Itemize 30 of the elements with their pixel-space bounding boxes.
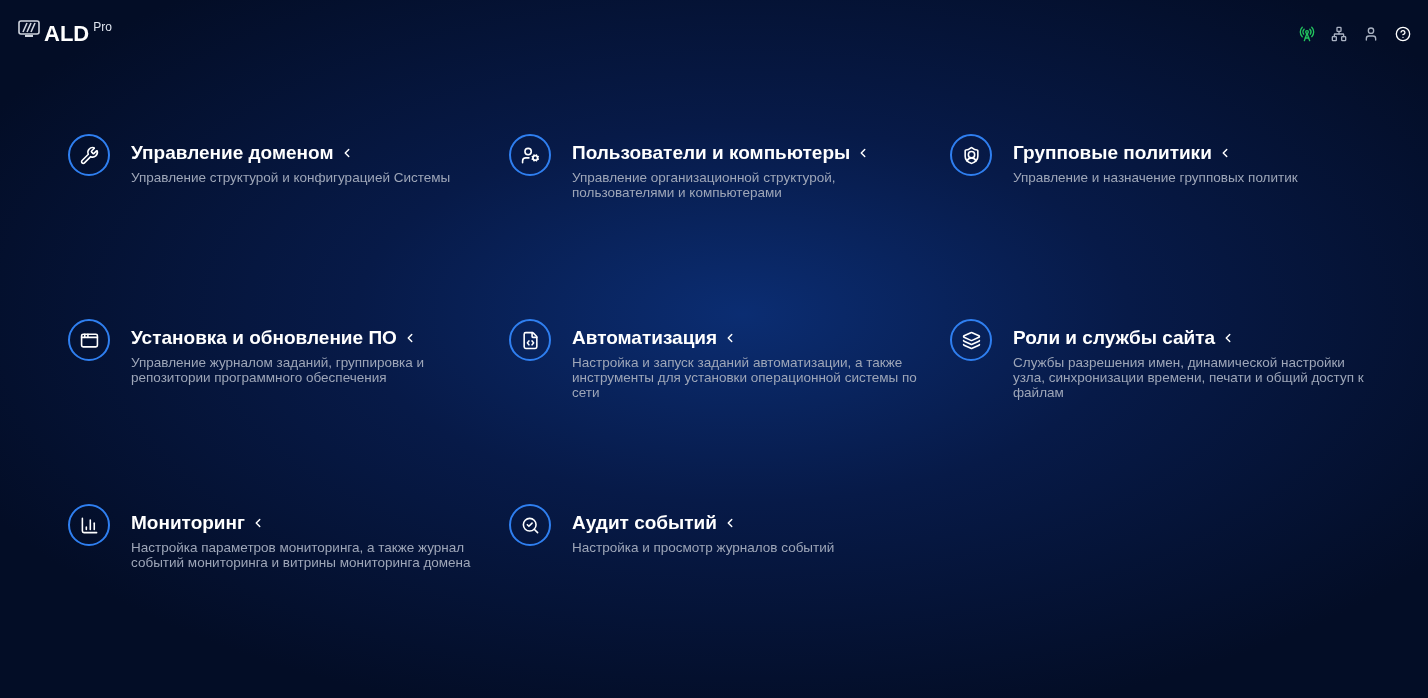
bar-chart-icon [68,504,110,546]
user-gear-icon [509,134,551,176]
layers-icon [950,319,992,361]
section-description: Настройка параметров мониторинга, а также журнал событий мониторинга и витрины мониторинга домена [131,540,472,570]
section-title[interactable]: Мониторинг [131,512,245,534]
tools-icon [68,134,110,176]
section-title[interactable]: Групповые политики [1013,142,1212,164]
section-description: Настройка и просмотр журналов событий [572,540,836,555]
shield-user-icon [950,134,992,176]
logo-text: ALD [44,20,90,48]
section-title[interactable]: Установка и обновление ПО [131,327,397,349]
section-description: Управление и назначение групповых политик [1013,170,1299,185]
logo-icon [18,20,40,38]
logo-suffix: Pro [93,20,112,34]
antenna-button[interactable] [1298,25,1316,43]
network-button[interactable] [1330,25,1348,43]
section-description: Управление организационной структурой, пользователями и компьютерами [572,170,837,200]
section-description: Управление структурой и конфигурацией Системы [131,170,452,185]
section-description: Службы разрешения имен, динамической настройки узла, синхронизации времени, печати и общий доступ к файлам [1013,355,1365,400]
section-title[interactable]: Аудит событий [572,512,717,534]
section-title[interactable]: Автоматизация [572,327,718,349]
section-description: Настройка и запуск заданий автоматизации, а также инструменты для установки операционной системы по сети [572,355,918,400]
section-title[interactable]: Пользователи и компьютеры [572,142,851,164]
code-file-icon [509,319,551,361]
search-icon [509,504,551,546]
window-icon [68,319,110,361]
section-description: Управление журналом заданий, группировка и репозитории программного обеспечения [131,355,426,385]
section-title[interactable]: Роли и службы сайта [1013,327,1216,349]
section-title[interactable]: Управление доменом [131,142,334,164]
help-button[interactable] [1394,25,1412,43]
